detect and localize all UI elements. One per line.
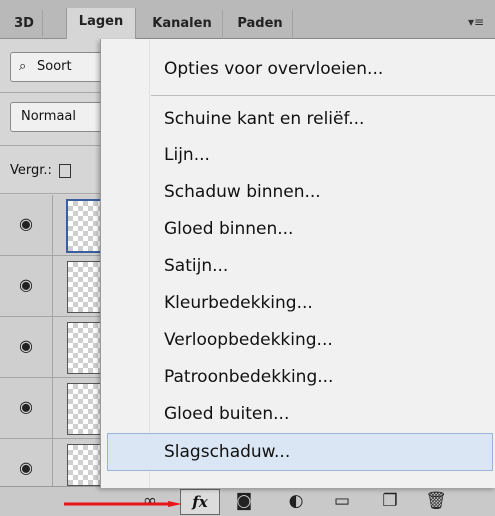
menu-item-inner-shadow[interactable]: Schaduw binnen... <box>102 174 495 210</box>
mask-icon[interactable]: ◙ <box>232 491 256 511</box>
eye-icon[interactable]: ◉ <box>14 456 38 480</box>
tab-3d[interactable]: 3D <box>6 10 43 37</box>
tab-layers[interactable]: Lagen <box>66 8 136 39</box>
group-folder-icon[interactable]: ▭ <box>330 491 354 511</box>
menu-item-pattern-overlay[interactable]: Patroonbedekking... <box>102 359 495 395</box>
menu-item-inner-glow[interactable]: Gloed binnen... <box>102 211 495 247</box>
lock-transparency-icon[interactable] <box>59 163 72 178</box>
red-arrow-annotation <box>64 501 182 507</box>
fx-icon[interactable]: fx <box>180 489 220 515</box>
menu-item-outer-glow[interactable]: Gloed buiten... <box>102 396 495 432</box>
menu-item-blending-options[interactable]: Opties voor overvloeien... <box>102 51 495 87</box>
eye-icon[interactable]: ◉ <box>14 212 38 236</box>
lock-label: Vergr.: <box>10 163 52 178</box>
eye-icon[interactable]: ◉ <box>14 334 38 358</box>
layers-panel: 3D Lagen Kanalen Paden ▾≡ ⌕ Soort Normaa… <box>0 0 495 516</box>
menu-item-satin[interactable]: Satijn... <box>102 248 495 284</box>
menu-separator <box>151 95 495 96</box>
panel-menu-icon[interactable]: ▾≡ <box>465 14 487 30</box>
adjustment-icon[interactable]: ◐ <box>282 491 310 511</box>
layer-style-menu: Opties voor overvloeien... Schuine kant … <box>100 39 495 488</box>
tab-paths[interactable]: Paden <box>228 10 293 37</box>
eye-icon[interactable]: ◉ <box>14 395 38 419</box>
layer-filter-label: Soort <box>37 59 72 74</box>
new-layer-icon[interactable]: ❐ <box>378 491 402 511</box>
menu-item-bevel-emboss[interactable]: Schuine kant en reliëf... <box>102 101 495 137</box>
menu-item-color-overlay[interactable]: Kleurbedekking... <box>102 285 495 321</box>
tab-channels[interactable]: Kanalen <box>142 10 223 37</box>
trash-icon[interactable]: 🗑 <box>424 491 448 511</box>
menu-item-stroke[interactable]: Lijn... <box>102 137 495 173</box>
lock-row: Vergr.: <box>10 163 72 178</box>
menu-item-drop-shadow[interactable]: Slagschaduw... <box>107 433 493 471</box>
panel-tab-bar: 3D Lagen Kanalen Paden ▾≡ <box>0 0 495 39</box>
eye-icon[interactable]: ◉ <box>14 273 38 297</box>
search-icon: ⌕ <box>19 59 27 74</box>
menu-item-gradient-overlay[interactable]: Verloopbedekking... <box>102 322 495 358</box>
